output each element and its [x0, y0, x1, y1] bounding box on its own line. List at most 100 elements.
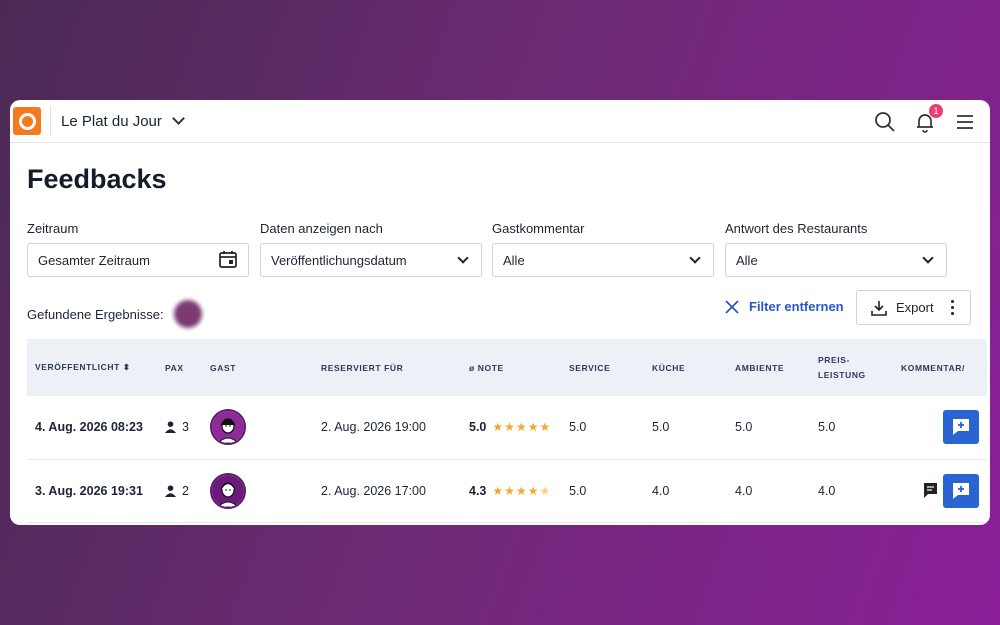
- remove-filter-label: Filter entfernen: [749, 299, 844, 314]
- star-rating: ★ ★ ★ ★ ★: [492, 485, 550, 497]
- star-icon: ★: [515, 483, 527, 498]
- top-bar: Le Plat du Jour 1: [10, 100, 990, 143]
- comment-cell: [893, 459, 987, 522]
- filter-label: Zeitraum: [27, 221, 79, 236]
- person-icon: [165, 421, 176, 434]
- note-value: 5.0: [469, 420, 487, 435]
- star-icon: ★: [539, 420, 551, 435]
- export-button[interactable]: Export: [856, 290, 971, 325]
- note-value: 4.3: [469, 483, 487, 498]
- pax-value: 2: [182, 483, 189, 498]
- price-cell: 4.0: [818, 483, 836, 498]
- col-ambience: AMBIENTE: [735, 362, 785, 373]
- add-comment-icon: [953, 419, 969, 436]
- feedback-table: VERÖFFENTLICHT ⬍ PAX GAST RESERVIERT FÜR…: [27, 339, 987, 523]
- filter-zeitraum: Zeitraum Gesamter Zeitraum: [27, 221, 249, 277]
- results-label: Gefundene Ergebnisse:: [27, 306, 164, 322]
- notification-badge: 1: [929, 103, 943, 118]
- filter-gastkommentar: Gastkommentar Alle: [492, 221, 714, 277]
- table-header-row: VERÖFFENTLICHT ⬍ PAX GAST RESERVIERT FÜR…: [27, 339, 987, 396]
- divider: [50, 106, 51, 136]
- note-cell: 5.0 ★ ★ ★ ★ ★: [461, 396, 561, 459]
- page-title: Feedbacks: [27, 164, 167, 194]
- menu-icon[interactable]: [954, 111, 976, 133]
- brand-logo[interactable]: [13, 107, 41, 135]
- avatar[interactable]: [210, 472, 246, 509]
- star-icon: ★: [527, 483, 539, 498]
- filter-label: Daten anzeigen nach: [260, 221, 383, 236]
- filter-daten: Daten anzeigen nach Veröffentlichungsdat…: [260, 221, 482, 277]
- ambience-cell: 5.0: [735, 420, 753, 435]
- col-published[interactable]: VERÖFFENTLICHT ⬍: [27, 339, 157, 396]
- service-cell: 5.0: [569, 483, 587, 498]
- add-comment-icon: [953, 482, 969, 499]
- kitchen-cell: 4.0: [652, 483, 670, 498]
- pax-value: 3: [182, 420, 189, 435]
- results-count: Gefundene Ergebnisse:: [27, 300, 202, 328]
- star-icon: ★: [504, 483, 515, 498]
- close-icon: [725, 299, 739, 314]
- pax-cell: 3: [157, 396, 202, 459]
- restaurant-reply-select[interactable]: Alle: [725, 243, 947, 277]
- blurred-count: [173, 300, 202, 328]
- guest-comment-select[interactable]: Alle: [492, 243, 714, 277]
- reserved-cell: 2. Aug. 2026 17:00: [321, 483, 426, 498]
- date-range-select[interactable]: Gesamter Zeitraum: [27, 243, 249, 277]
- calendar-icon: [218, 249, 238, 272]
- more-options-icon[interactable]: [951, 300, 954, 315]
- col-note: ø NOTE: [469, 362, 504, 373]
- col-kitchen: KÜCHE: [652, 362, 686, 373]
- published-cell: 3. Aug. 2026 19:31: [35, 483, 143, 498]
- add-reply-button[interactable]: [943, 410, 979, 445]
- restaurant-selector[interactable]: Le Plat du Jour: [61, 112, 185, 130]
- select-value: Alle: [503, 252, 525, 268]
- star-rating: ★ ★ ★ ★ ★: [492, 421, 550, 433]
- pax-cell: 2: [157, 459, 202, 522]
- col-comment: KOMMENTAR/: [901, 362, 965, 373]
- ambience-cell: 4.0: [735, 483, 753, 498]
- table-row[interactable]: 3. Aug. 2026 19:31 2 2. Aug. 2026 17:00 …: [27, 459, 987, 522]
- reserved-cell: 2. Aug. 2026 19:00: [321, 420, 426, 435]
- avatar[interactable]: [210, 409, 246, 446]
- price-cell: 5.0: [818, 420, 836, 435]
- table-row[interactable]: 4. Aug. 2026 08:23 3 2. Aug. 2026 19:00 …: [27, 396, 987, 459]
- published-cell: 4. Aug. 2026 08:23: [35, 420, 143, 435]
- service-cell: 5.0: [569, 420, 587, 435]
- col-service: SERVICE: [569, 362, 611, 373]
- display-by-select[interactable]: Veröffentlichungsdatum: [260, 243, 482, 277]
- comment-icon[interactable]: [923, 482, 939, 500]
- chevron-down-icon: [457, 252, 469, 264]
- search-icon[interactable]: [874, 111, 896, 133]
- col-pax: PAX: [165, 362, 184, 373]
- person-icon: [165, 484, 176, 497]
- select-value: Alle: [736, 252, 758, 268]
- star-icon: ★: [492, 483, 504, 498]
- col-guest: GAST: [210, 362, 237, 373]
- col-reserved: RESERVIERT FÜR: [321, 362, 404, 373]
- download-icon: [871, 300, 887, 316]
- bell-icon[interactable]: 1: [914, 103, 943, 133]
- guest-cell: [202, 459, 313, 522]
- col-price: PREIS- LEISTUNG: [818, 355, 866, 380]
- star-icon: ★: [504, 420, 515, 435]
- select-value: Gesamter Zeitraum: [38, 252, 150, 268]
- note-cell: 4.3 ★ ★ ★ ★ ★: [461, 459, 561, 522]
- kitchen-cell: 5.0: [652, 420, 670, 435]
- guest-cell: [202, 396, 313, 459]
- remove-filter-button[interactable]: Filter entfernen: [725, 299, 844, 314]
- comment-cell: [893, 396, 987, 459]
- restaurant-name: Le Plat du Jour: [61, 112, 162, 130]
- add-reply-button[interactable]: [943, 473, 979, 508]
- filter-label: Gastkommentar: [492, 221, 585, 236]
- chevron-down-icon: [689, 252, 701, 264]
- chevron-down-icon: [172, 112, 185, 125]
- filter-antwort: Antwort des Restaurants Alle: [725, 221, 947, 277]
- star-icon: ★: [515, 420, 527, 435]
- star-icon: ★: [527, 420, 539, 435]
- export-label: Export: [896, 300, 934, 315]
- filter-label: Antwort des Restaurants: [725, 221, 868, 236]
- chevron-down-icon: [922, 252, 934, 264]
- star-icon: ★: [492, 420, 504, 435]
- app-window: Le Plat du Jour 1 Feedbacks Zeitraum Ges…: [10, 100, 990, 525]
- sort-icon[interactable]: ⬍: [123, 362, 131, 372]
